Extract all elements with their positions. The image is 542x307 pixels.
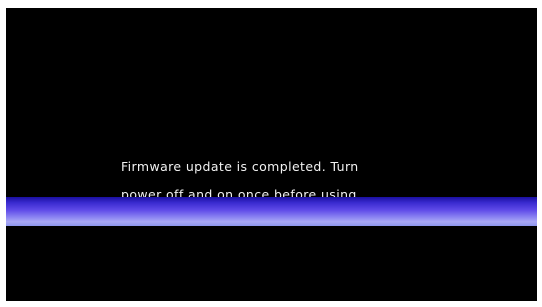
status-band xyxy=(6,197,537,226)
message-line-1: Firmware update is completed. Turn xyxy=(121,159,359,174)
device-screen: Firmware update is completed. Turn power… xyxy=(6,8,537,301)
